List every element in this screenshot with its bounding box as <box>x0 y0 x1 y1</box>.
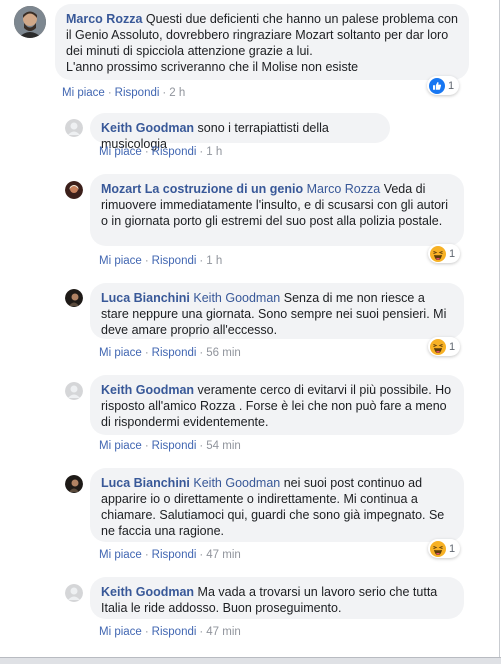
comment-bubble: Keith Goodman sono i terrapiattisti dell… <box>90 113 390 151</box>
like-button[interactable]: Mi piace <box>99 347 142 359</box>
comment-bubble: Keith Goodman veramente cerco di evitarv… <box>90 375 464 435</box>
avatar[interactable] <box>65 119 83 137</box>
timestamp[interactable]: 47 min <box>206 549 241 561</box>
comment-actions: Mi piace · Rispondi · 1 h <box>99 146 223 158</box>
author-name[interactable]: Keith Goodman <box>101 383 194 397</box>
timestamp[interactable]: 56 min <box>206 347 241 359</box>
haha-icon <box>430 540 446 557</box>
comment-bubble: Mozart La costruzione di un genio Marco … <box>90 174 464 246</box>
author-name[interactable]: Mozart La costruzione di un genio <box>101 182 303 196</box>
reply-button[interactable]: Rispondi <box>152 440 197 452</box>
comment-actions: Mi piace · Rispondi · 1 h <box>99 255 223 267</box>
like-button[interactable]: Mi piace <box>99 440 142 452</box>
avatar[interactable] <box>65 181 83 199</box>
comment-bubble: Keith Goodman Ma vada a trovarsi un lavo… <box>90 577 464 619</box>
comment-bubble: Marco Rozza Questi due deficienti che ha… <box>55 4 469 80</box>
timestamp[interactable]: 47 min <box>206 626 241 638</box>
timestamp[interactable]: 2 h <box>169 87 185 99</box>
reaction-count[interactable]: 1 <box>428 337 461 356</box>
like-icon <box>429 77 445 94</box>
avatar[interactable] <box>65 382 83 400</box>
mention-link[interactable]: Marco Rozza <box>307 182 381 196</box>
author-name[interactable]: Keith Goodman <box>101 585 194 599</box>
comment-thread: Marco Rozza Questi due deficienti che ha… <box>0 0 500 657</box>
reaction-count[interactable]: 1 <box>428 244 461 263</box>
avatar[interactable] <box>14 6 46 38</box>
author-name[interactable]: Marco Rozza <box>66 12 142 26</box>
reply-button[interactable]: Rispondi <box>152 549 197 561</box>
reply-button[interactable]: Rispondi <box>152 347 197 359</box>
like-button[interactable]: Mi piace <box>99 146 142 158</box>
comment-actions: Mi piace · Rispondi · 47 min <box>99 626 241 638</box>
haha-icon <box>430 338 446 355</box>
timestamp[interactable]: 1 h <box>206 255 222 267</box>
comment-actions: Mi piace · Rispondi · 54 min <box>99 440 241 452</box>
comment-actions: Mi piace · Rispondi · 2 h <box>62 87 186 99</box>
comment-actions: Mi piace · Rispondi · 47 min <box>99 549 241 561</box>
like-button[interactable]: Mi piace <box>99 255 142 267</box>
reply-button[interactable]: Rispondi <box>152 146 197 158</box>
avatar[interactable] <box>65 584 83 602</box>
like-button[interactable]: Mi piace <box>99 549 142 561</box>
reply-button[interactable]: Rispondi <box>152 255 197 267</box>
reaction-count[interactable]: 1 <box>428 539 461 558</box>
mention-link[interactable]: Keith Goodman <box>193 476 280 490</box>
timestamp[interactable]: 1 h <box>206 146 222 158</box>
comment-bubble: Luca Bianchini Keith Goodman nei suoi po… <box>90 468 464 542</box>
author-name[interactable]: Keith Goodman <box>101 121 194 135</box>
timestamp[interactable]: 54 min <box>206 440 241 452</box>
author-name[interactable]: Luca Bianchini <box>101 291 190 305</box>
comment-bubble: Luca Bianchini Keith Goodman Senza di me… <box>90 283 464 339</box>
reply-button[interactable]: Rispondi <box>115 87 160 99</box>
haha-icon <box>430 245 446 262</box>
comment-actions: Mi piace · Rispondi · 56 min <box>99 347 241 359</box>
like-button[interactable]: Mi piace <box>62 87 105 99</box>
author-name[interactable]: Luca Bianchini <box>101 476 190 490</box>
avatar[interactable] <box>65 289 83 307</box>
like-button[interactable]: Mi piace <box>99 626 142 638</box>
avatar[interactable] <box>65 475 83 493</box>
reaction-count[interactable]: 1 <box>427 76 460 95</box>
reply-button[interactable]: Rispondi <box>152 626 197 638</box>
mention-link[interactable]: Keith Goodman <box>193 291 280 305</box>
